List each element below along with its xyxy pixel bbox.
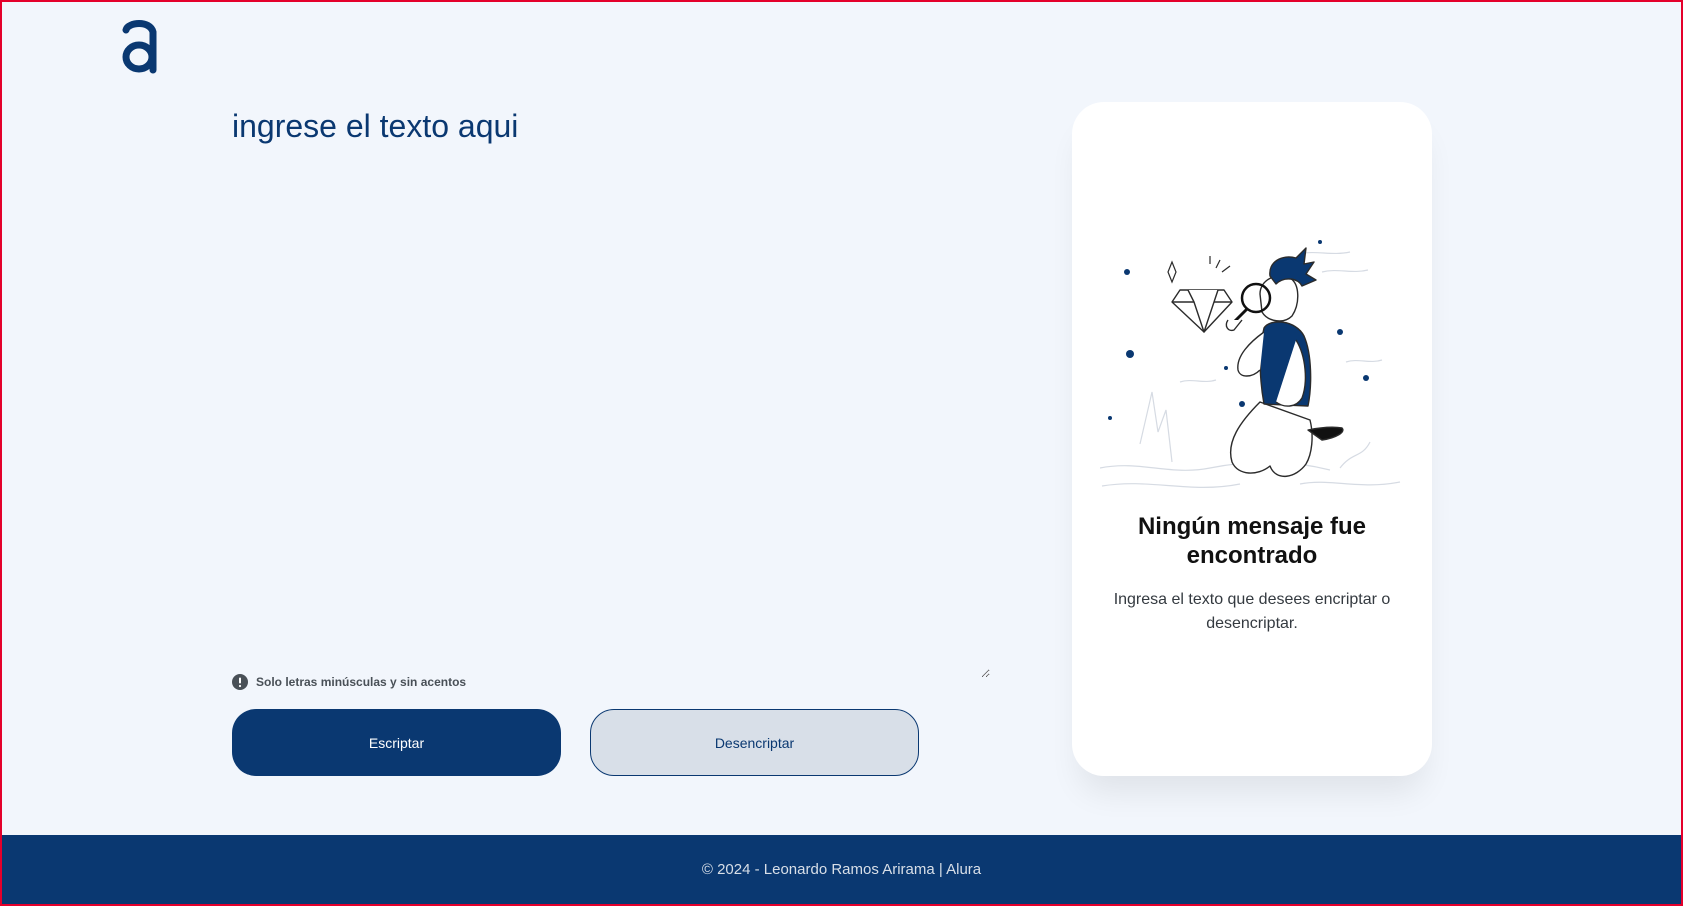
footer: © 2024 - Leonardo Ramos Arirama | Alura (2, 835, 1681, 904)
encrypt-button[interactable]: Escriptar (232, 709, 561, 776)
footer-text: © 2024 - Leonardo Ramos Arirama | Alura (701, 861, 982, 878)
empty-state-title: Ningún mensaje fue encontrado (1137, 513, 1367, 569)
input-hint: Solo letras minúsculas y sin acentos (232, 674, 466, 690)
alura-a-logo-icon (122, 20, 157, 74)
boy-with-magnifying-glass-diamond-illustration (1100, 240, 1401, 489)
text-input[interactable] (230, 102, 990, 678)
alura-logo[interactable] (120, 20, 160, 74)
decrypt-button[interactable]: Desencriptar (590, 709, 919, 776)
empty-state-text: Ingresa el texto que desees encriptar o … (1113, 591, 1391, 632)
exclamation-circle-icon (232, 674, 248, 690)
output-card: Ningún mensaje fue encontrado Ingresa el… (1072, 102, 1432, 776)
hint-text: Solo letras minúsculas y sin acentos (256, 675, 467, 689)
